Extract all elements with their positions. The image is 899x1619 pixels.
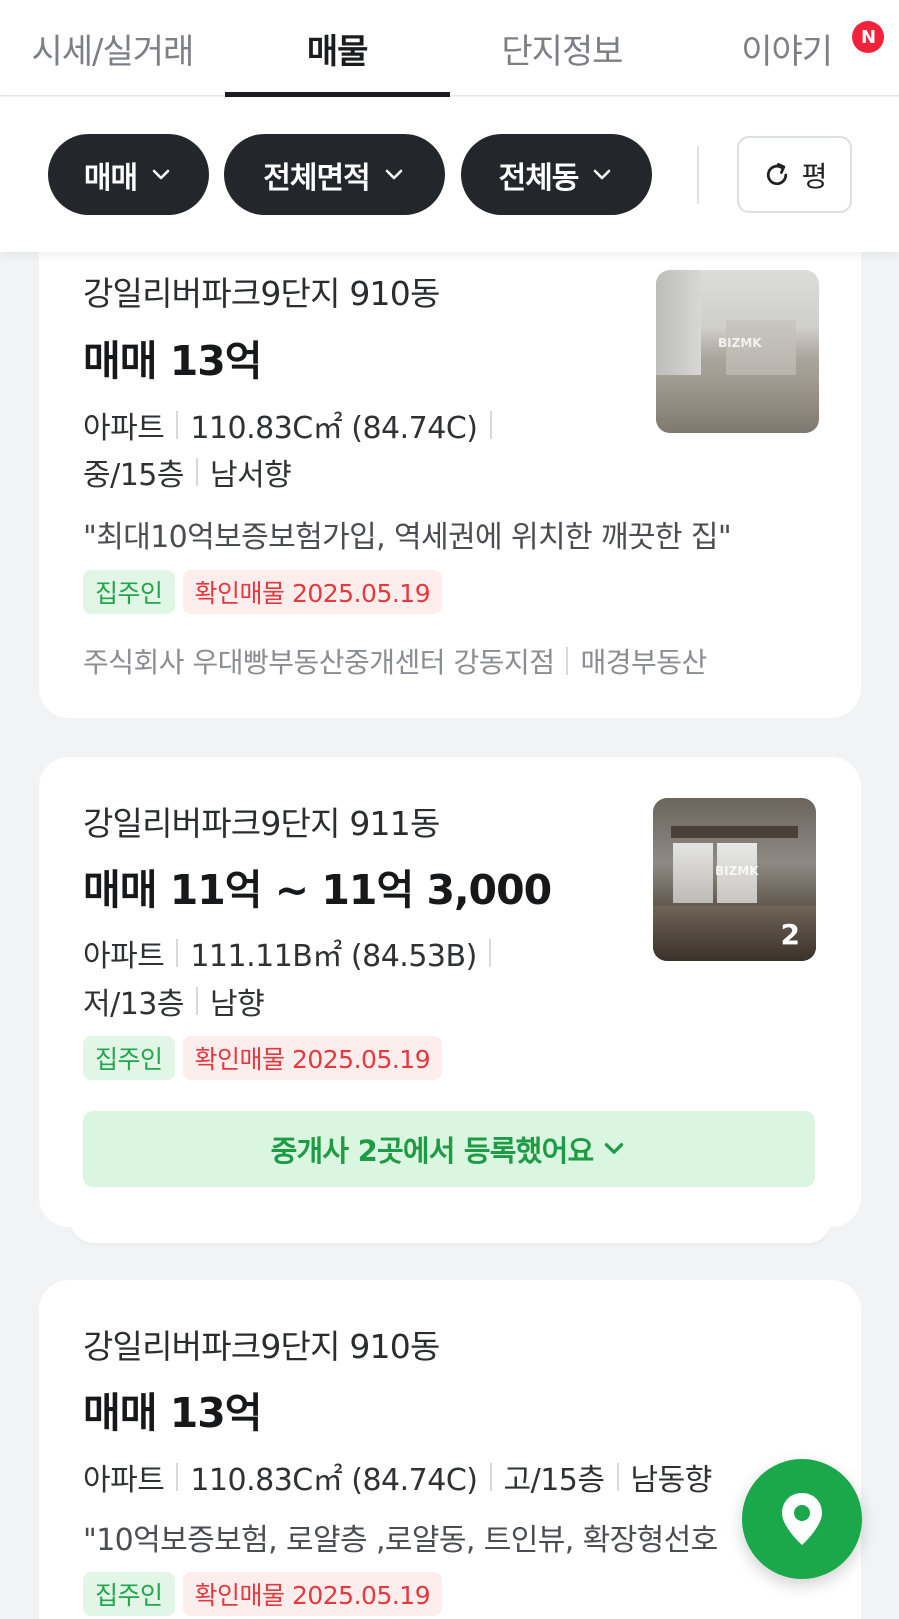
listing-card[interactable]: 강일리버파크9단지 911동 매매 11억 ~ 11억 3,000 아파트 11…	[39, 757, 861, 1227]
property-area: 111.11B㎡ (84.53B)	[190, 939, 477, 974]
photo-floor	[656, 375, 819, 433]
map-view-button[interactable]	[742, 1459, 862, 1579]
listing-price: 매매 13억	[83, 1389, 262, 1437]
owner-tag: 집주인	[83, 1572, 175, 1616]
listing-description: "최대10억보증보험가입, 역세권에 위치한 깨끗한 집"	[83, 520, 732, 555]
new-badge: N	[852, 21, 884, 53]
owner-tag: 집주인	[83, 570, 175, 614]
separator	[176, 1463, 179, 1491]
unit-label: 평	[801, 159, 828, 193]
agency-info: 주식회사 우대빵부동산중개센터 강동지점 매경부동산	[83, 641, 707, 681]
register-label: 중개사 2곳에서 등록했어요	[270, 1134, 594, 1168]
listing-spec: 아파트 111.11B㎡ (84.53B)	[83, 931, 503, 975]
listing-card[interactable]: 강일리버파크9단지 910동 매매 13억 아파트 110.83C㎡ (84.7…	[39, 200, 861, 718]
chevron-down-icon	[152, 169, 170, 179]
tag-row: 집주인 확인매물 2025.05.19	[83, 1036, 443, 1080]
listing-price: 매매 11억 ~ 11억 3,000	[83, 866, 552, 914]
floor-info: 저/13층	[83, 987, 184, 1022]
verified-tag: 확인매물 2025.05.19	[182, 1572, 443, 1616]
direction-info: 남서향	[209, 458, 292, 493]
tab-label: 매물	[306, 31, 369, 72]
tag-row: 집주인 확인매물 2025.05.19	[83, 1572, 443, 1616]
listing-price: 매매 13억	[83, 337, 262, 385]
agency-name: 주식회사 우대빵부동산중개센터 강동지점	[83, 646, 555, 679]
separator	[195, 987, 198, 1015]
tab-label: 이야기	[741, 31, 833, 72]
tab-bar: 시세/실거래 매물 단지정보 이야기 N	[0, 0, 899, 97]
listing-spec: 아파트 110.83C㎡ (84.74C)	[83, 403, 504, 447]
listing-spec: 아파트 110.83C㎡ (84.74C) 고/15층 남동향	[83, 1455, 712, 1499]
filter-divider	[697, 146, 699, 204]
building-filter[interactable]: 전체동	[461, 134, 652, 215]
separator	[616, 1463, 619, 1491]
direction-info: 남동향	[630, 1463, 713, 1498]
photo-watermark: BIZMK	[715, 864, 759, 878]
listing-description: "10억보증보험, 로얄층 ,로얄동, 트인뷰, 확장형선호	[83, 1523, 718, 1558]
listing-name: 강일리버파크9단지 911동	[83, 804, 440, 843]
tab-price-history[interactable]: 시세/실거래	[0, 0, 225, 96]
verified-tag: 확인매물 2025.05.19	[182, 570, 443, 614]
map-pin-icon	[782, 1493, 822, 1545]
photo-count: 2	[780, 918, 800, 951]
chevron-down-icon	[605, 1143, 624, 1154]
listing-photo[interactable]: BIZMK 2	[653, 798, 816, 961]
tab-story[interactable]: 이야기 N	[674, 0, 899, 96]
filter-label: 전체동	[498, 160, 580, 196]
separator	[195, 458, 198, 486]
agency-source: 매경부동산	[580, 646, 707, 679]
separator	[489, 1463, 492, 1491]
photo-watermark: BIZMK	[718, 336, 762, 350]
area-filter[interactable]: 전체면적	[224, 134, 445, 215]
filter-label: 전체면적	[263, 160, 370, 196]
listing-name: 강일리버파크9단지 910동	[83, 1327, 440, 1366]
property-type: 아파트	[83, 411, 165, 446]
filter-bar: 매매 전체면적 전체동 평	[0, 97, 899, 252]
listing-spec-2: 중/15층 남서향	[83, 450, 292, 494]
separator	[488, 939, 491, 967]
photo-kitchen	[726, 320, 796, 380]
listing-photo[interactable]: BIZMK	[656, 270, 819, 433]
floor-info: 중/15층	[83, 458, 184, 493]
property-area: 110.83C㎡ (84.74C)	[190, 1463, 478, 1498]
verified-tag: 확인매물 2025.05.19	[182, 1036, 443, 1080]
tab-complex-info[interactable]: 단지정보	[450, 0, 675, 96]
register-count-button[interactable]: 중개사 2곳에서 등록했어요	[83, 1111, 815, 1187]
chevron-down-icon	[594, 169, 611, 179]
photo-window	[673, 843, 713, 903]
listing-card[interactable]: 강일리버파크9단지 910동 매매 13억 아파트 110.83C㎡ (84.7…	[39, 1280, 861, 1619]
tab-label: 시세/실거래	[31, 31, 194, 72]
chevron-down-icon	[385, 169, 403, 179]
separator	[489, 411, 492, 439]
unit-toggle-button[interactable]: 평	[737, 136, 852, 213]
separator	[176, 939, 179, 967]
property-area: 110.83C㎡ (84.74C)	[190, 411, 478, 446]
photo-ceiling	[671, 826, 798, 838]
separator	[566, 647, 569, 675]
property-type: 아파트	[83, 1463, 165, 1498]
listing-name: 강일리버파크9단지 910동	[83, 274, 440, 313]
tab-label: 단지정보	[501, 31, 623, 72]
tab-listings[interactable]: 매물	[224, 0, 450, 97]
listing-spec-2: 저/13층 남향	[83, 979, 265, 1023]
trade-type-filter[interactable]: 매매	[48, 134, 209, 215]
refresh-icon	[766, 162, 787, 185]
filter-label: 매매	[83, 160, 138, 196]
floor-info: 고/15층	[503, 1463, 605, 1498]
owner-tag: 집주인	[83, 1036, 175, 1080]
separator	[176, 411, 179, 439]
property-type: 아파트	[83, 939, 165, 974]
tag-row: 집주인 확인매물 2025.05.19	[83, 570, 443, 614]
direction-info: 남향	[209, 987, 265, 1022]
